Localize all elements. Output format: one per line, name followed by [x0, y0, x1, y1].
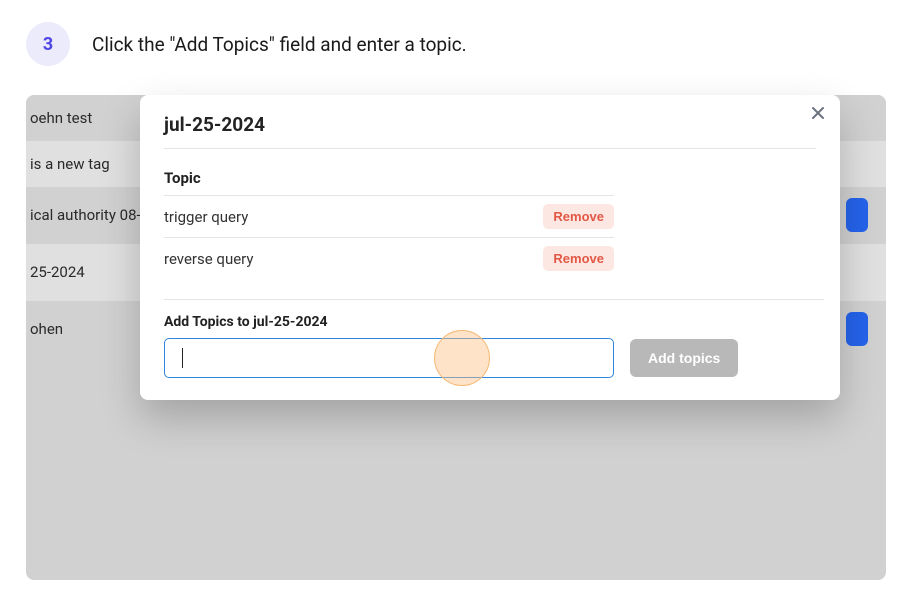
row-label: 25-2024: [30, 263, 85, 281]
close-icon[interactable]: [810, 105, 826, 126]
step-number-badge: 3: [26, 22, 70, 66]
add-topics-section: Add Topics to jul-25-2024 Add topics: [164, 314, 816, 378]
add-topics-button[interactable]: Add topics: [630, 339, 738, 377]
action-chip[interactable]: [846, 198, 868, 232]
add-topics-input[interactable]: [164, 338, 614, 378]
topic-row: reverse query Remove: [164, 238, 614, 279]
modal-title: jul-25-2024: [164, 113, 816, 149]
row-label: ical authority 08-2: [30, 206, 149, 224]
topic-row: trigger query Remove: [164, 196, 614, 238]
topic-name: trigger query: [164, 208, 248, 226]
add-topics-label: Add Topics to jul-25-2024: [164, 314, 816, 330]
topic-column-header: Topic: [164, 161, 614, 196]
topic-list: Topic trigger query Remove reverse query…: [164, 161, 614, 279]
row-label: ohen: [30, 320, 63, 338]
row-label: oehn test: [30, 109, 92, 127]
remove-button[interactable]: Remove: [543, 204, 614, 229]
remove-button[interactable]: Remove: [543, 246, 614, 271]
section-divider: [164, 299, 824, 300]
tutorial-step-card: 3 Click the "Add Topics" field and enter…: [0, 0, 912, 608]
action-chip[interactable]: [846, 312, 868, 346]
text-cursor: [180, 347, 183, 368]
step-header: 3 Click the "Add Topics" field and enter…: [26, 22, 886, 66]
topics-modal: jul-25-2024 Topic trigger query Remove r…: [140, 95, 840, 400]
row-label: is a new tag: [30, 155, 110, 173]
step-instruction: Click the "Add Topics" field and enter a…: [92, 33, 467, 56]
topic-name: reverse query: [164, 250, 254, 268]
